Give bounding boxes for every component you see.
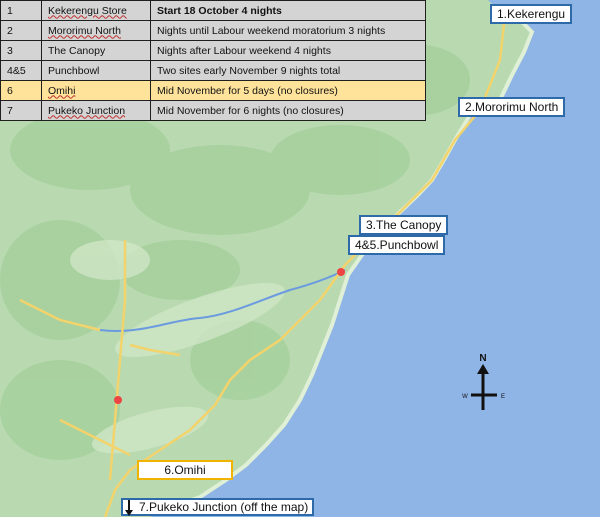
schedule-num: 4&5 [0, 60, 42, 81]
label-punchbowl[interactable]: 4&5.Punchbowl [348, 235, 446, 255]
label-kekerengu[interactable]: 1.Kekerengu [490, 4, 573, 24]
schedule-place: Mororimu North [41, 20, 151, 41]
schedule-place-text: Kekerengu Store [48, 4, 127, 17]
schedule-num: 3 [0, 40, 42, 61]
schedule-place-text: Pukeko Junction [48, 104, 126, 117]
schedule-place-text: Mororimu North [48, 24, 121, 37]
schedule-note: Mid November for 6 nights (no closures) [150, 100, 426, 121]
schedule-table: 1 Kekerengu Store Start 18 October 4 nig… [0, 0, 426, 121]
schedule-num: 6 [0, 80, 42, 101]
schedule-row: 1 Kekerengu Store Start 18 October 4 nig… [0, 0, 426, 21]
schedule-place: The Canopy [41, 40, 151, 61]
compass-icon: N W E [462, 353, 505, 410]
schedule-row: 3 The Canopy Nights after Labour weekend… [0, 40, 426, 61]
schedule-num: 2 [0, 20, 42, 41]
schedule-note: Start 18 October 4 nights [150, 0, 426, 21]
label-omihi[interactable]: 6.Omihi [137, 460, 233, 480]
schedule-row: 4&5 Punchbowl Two sites early November 9… [0, 60, 426, 81]
schedule-num: 1 [0, 0, 42, 21]
compass-east-label: E [501, 394, 505, 400]
schedule-place-text: Omihi [48, 84, 76, 97]
schedule-num: 7 [0, 100, 42, 121]
compass-west-label: W [462, 394, 468, 400]
schedule-place: Omihi [41, 80, 151, 101]
schedule-row: 2 Mororimu North Nights until Labour wee… [0, 20, 426, 41]
schedule-note: Two sites early November 9 nights total [150, 60, 426, 81]
arrow-down-icon [125, 500, 133, 516]
schedule-row: 7 Pukeko Junction Mid November for 6 nig… [0, 100, 426, 121]
schedule-row-highlighted: 6 Omihi Mid November for 5 days (no clos… [0, 80, 426, 101]
schedule-note: Nights until Labour weekend moratorium 3… [150, 20, 426, 41]
label-mororimu-north[interactable]: 2.Mororimu North [458, 97, 566, 117]
compass-north-label: N [479, 353, 486, 364]
label-pukeko-junction[interactable]: 7.Pukeko Junction (off the map) [121, 498, 315, 516]
schedule-place: Punchbowl [41, 60, 151, 81]
schedule-place: Kekerengu Store [41, 0, 151, 21]
label-the-canopy[interactable]: 3.The Canopy [359, 215, 449, 235]
schedule-note: Nights after Labour weekend 4 nights [150, 40, 426, 61]
schedule-place: Pukeko Junction [41, 100, 151, 121]
schedule-note: Mid November for 5 days (no closures) [150, 80, 426, 101]
